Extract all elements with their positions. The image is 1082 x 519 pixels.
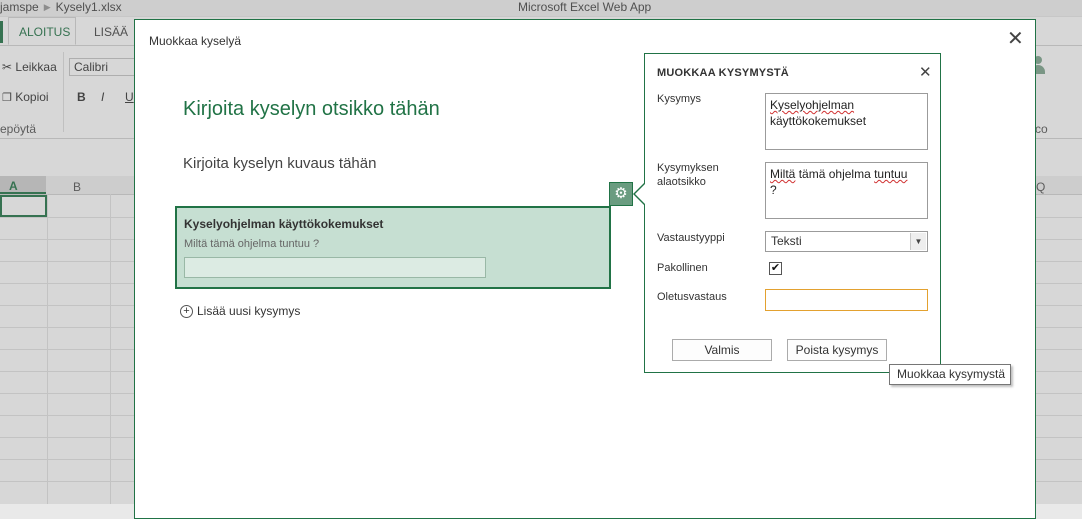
question-subtitle: Miltä tämä ohjelma tuntuu ?	[184, 238, 320, 250]
question-textarea[interactable]: Kyselyohjelman käyttökokemukset	[765, 93, 928, 150]
chevron-down-icon[interactable]: ▼	[910, 233, 926, 250]
required-label: Pakollinen	[657, 262, 708, 274]
plus-circle-icon: +	[180, 305, 193, 318]
subtitle-word-2: tämä	[798, 167, 826, 181]
edit-question-panel: MUOKKAA KYSYMYSTÄ ✕ Kysymys Kyselyohjelm…	[644, 53, 941, 373]
required-checkbox[interactable]: ✔	[769, 262, 782, 275]
question-answer-preview	[184, 257, 486, 278]
default-answer-input[interactable]	[765, 289, 928, 311]
subtitle-word-4: tuntuu	[874, 167, 908, 181]
panel-pointer-fill	[635, 184, 645, 204]
tooltip: Muokkaa kysymystä	[889, 364, 1011, 385]
default-answer-label: Oletusvastaus	[657, 291, 727, 303]
panel-title: MUOKKAA KYSYMYSTÄ	[657, 67, 789, 79]
subtitle-value-line2: ?	[770, 183, 777, 197]
subtitle-textarea[interactable]: Miltä tämä ohjelma tuntuu ?	[765, 162, 928, 219]
question-label: Kyselyohjelman käyttökokemukset	[184, 217, 384, 231]
survey-title[interactable]: Kirjoita kyselyn otsikko tähän	[183, 98, 440, 121]
response-type-label: Vastaustyyppi	[657, 232, 725, 244]
question-value-line1: Kyselyohjelman	[770, 98, 855, 112]
response-type-value: Teksti	[771, 234, 802, 248]
subtitle-field-label: Kysymyksen alaotsikko	[657, 161, 719, 189]
dialog-title: Muokkaa kyselyä	[149, 34, 242, 48]
add-question-button[interactable]: + Lisää uusi kysymys	[180, 304, 300, 319]
delete-question-button[interactable]: Poista kysymys	[787, 339, 887, 361]
gear-icon[interactable]: ⚙	[609, 182, 633, 206]
survey-description[interactable]: Kirjoita kyselyn kuvaus tähän	[183, 155, 376, 172]
close-icon[interactable]: ✕	[1007, 29, 1024, 49]
question-field-label: Kysymys	[657, 93, 701, 105]
subtitle-word-3: ohjelma	[828, 167, 871, 181]
subtitle-label-line2: alaotsikko	[657, 176, 706, 188]
panel-close-icon[interactable]: ✕	[919, 63, 932, 81]
subtitle-word-1: Miltä	[770, 167, 796, 181]
response-type-select[interactable]: Teksti ▼	[765, 231, 928, 252]
checkmark-icon: ✔	[770, 262, 781, 274]
question-value-line2: käyttökokemukset	[770, 114, 867, 128]
subtitle-label-line1: Kysymyksen	[657, 162, 719, 174]
question-card[interactable]: Kyselyohjelman käyttökokemukset Miltä tä…	[175, 206, 611, 289]
add-question-label: Lisää uusi kysymys	[197, 304, 301, 318]
done-button[interactable]: Valmis	[672, 339, 772, 361]
